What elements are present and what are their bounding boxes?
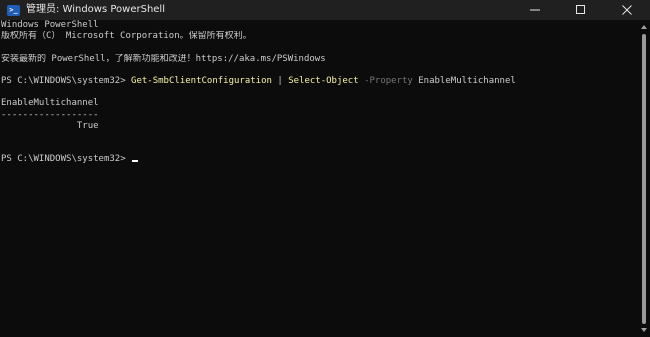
command-parameter: -Property [358,75,413,86]
command-cmdlet-2: Select-Object [288,75,359,86]
powershell-window: >_ 管理员: Windows PowerShell Windows Power… [0,0,650,337]
scroll-down-icon[interactable] [641,328,647,332]
close-button[interactable] [604,0,650,20]
minimize-icon [530,9,540,11]
title-bar[interactable]: >_ 管理员: Windows PowerShell [0,0,650,20]
header-line: Windows PowerShell [1,20,99,30]
output-value: True [1,120,99,131]
powershell-icon: >_ [7,4,20,16]
command-line: PS C:\WINDOWS\system32> Get-SmbClientCon… [1,76,637,87]
output-separator: ------------------ [1,109,99,120]
vertical-scrollbar[interactable] [638,20,650,337]
text-cursor [132,160,139,163]
current-prompt: PS C:\WINDOWS\system32> [1,154,132,165]
copyright-line: 版权所有（C） Microsoft Corporation。保留所有权利。 [1,31,252,42]
command-cmdlet: Get-SmbClientConfiguration [131,75,272,86]
command-prompt: PS C:\WINDOWS\system32> [1,75,132,86]
maximize-button[interactable] [558,0,604,20]
command-pipe: | [271,75,289,86]
scroll-up-icon[interactable] [641,25,647,29]
minimize-button[interactable] [512,0,558,20]
console-output[interactable]: Windows PowerShell 版权所有（C） Microsoft Cor… [1,20,637,337]
caption-buttons [512,0,650,20]
install-message: 安装最新的 PowerShell，了解新功能和改进！https://aka.ms… [1,53,326,64]
maximize-icon [576,5,585,14]
scrollbar-thumb[interactable] [642,34,646,324]
window-title: 管理员: Windows PowerShell [26,4,165,15]
close-icon [622,5,632,15]
command-value: EnableMultichannel [412,75,516,86]
current-prompt-line[interactable]: PS C:\WINDOWS\system32> [1,154,637,165]
output-header: EnableMultichannel [1,98,99,109]
